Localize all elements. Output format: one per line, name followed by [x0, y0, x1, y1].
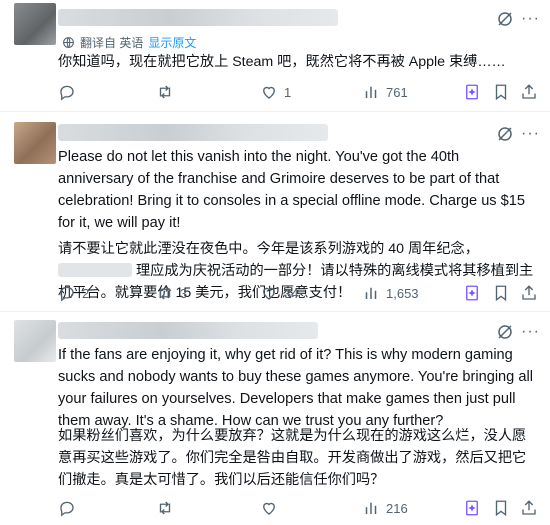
- bookmark-button[interactable]: [492, 81, 510, 103]
- bookmark-icon: [495, 500, 507, 517]
- reply-count: 2: [82, 285, 90, 301]
- avatar[interactable]: [14, 3, 56, 45]
- repost-count: 3: [180, 285, 188, 301]
- post-text-english: If the fans are enjoying it, why get rid…: [58, 347, 533, 429]
- post-text: 你知道吗，现在就把它放上 Steam 吧，既然它将不再被 Apple 束缚……: [58, 54, 506, 70]
- views-icon: [365, 86, 377, 98]
- grok-analyze-icon: [466, 500, 478, 516]
- repost-icon: [159, 85, 171, 99]
- post-actions: 2 3 34 1,653: [58, 282, 538, 304]
- grok-analyze-icon: [466, 285, 478, 301]
- show-original-link[interactable]: 显示原文: [148, 34, 196, 51]
- like-button[interactable]: 1: [260, 81, 291, 103]
- translated-label: 翻译自 英语: [80, 36, 144, 50]
- post-text-english: Please do not let this vanish into the n…: [58, 149, 526, 231]
- reply-icon: [60, 501, 74, 517]
- bookmark-button[interactable]: [492, 497, 510, 519]
- views-icon: [365, 502, 377, 514]
- redacted-name: [58, 263, 132, 277]
- view-count: 761: [386, 84, 408, 100]
- views-button[interactable]: 761: [362, 81, 408, 103]
- grok-analyze-button[interactable]: [463, 497, 481, 519]
- author-name-blurred[interactable]: [58, 9, 338, 26]
- like-count: 1: [284, 84, 292, 100]
- view-count: 216: [386, 500, 408, 516]
- share-icon: [522, 285, 536, 300]
- repost-icon: [159, 286, 171, 300]
- like-icon: [263, 287, 275, 300]
- reply-icon: [60, 85, 74, 101]
- post-2[interactable]: ··· Please do not let this vanish into t…: [0, 112, 550, 311]
- more-icon[interactable]: ···: [521, 126, 540, 142]
- views-button[interactable]: 216: [362, 497, 408, 519]
- like-count: 34: [284, 285, 299, 301]
- reply-button[interactable]: 2: [58, 282, 89, 304]
- post-1[interactable]: ··· 翻译自 英语 显示原文 你知道吗，现在就把它放上 Steam 吧，既然它…: [0, 0, 550, 112]
- bookmark-icon: [495, 84, 507, 101]
- like-button[interactable]: 34: [260, 282, 298, 304]
- like-icon: [263, 502, 275, 515]
- grok-analyze-button[interactable]: [463, 81, 481, 103]
- grok-icon[interactable]: [496, 323, 514, 341]
- views-button[interactable]: 1,653: [362, 282, 419, 304]
- post-actions: 216: [58, 497, 538, 519]
- bookmark-icon: [495, 285, 507, 302]
- share-button[interactable]: [520, 81, 538, 103]
- like-button[interactable]: [260, 497, 284, 519]
- grok-analyze-button[interactable]: [463, 282, 481, 304]
- repost-button[interactable]: 3: [156, 282, 187, 304]
- translation-notice: 翻译自 英语 显示原文: [62, 34, 196, 51]
- reply-button[interactable]: [58, 81, 82, 103]
- author-name-blurred[interactable]: [58, 322, 318, 339]
- more-icon[interactable]: ···: [521, 324, 540, 340]
- more-icon[interactable]: ···: [521, 11, 540, 27]
- reply-button[interactable]: [58, 497, 82, 519]
- bookmark-button[interactable]: [492, 282, 510, 304]
- like-icon: [263, 86, 275, 99]
- author-name-blurred[interactable]: [58, 124, 328, 141]
- post-text-chinese: 如果粉丝们喜欢，为什么要放弃？这就是为什么现在的游戏这么烂，没人愿意再买这些游戏…: [58, 428, 527, 488]
- view-count: 1,653: [386, 285, 419, 301]
- repost-button[interactable]: [156, 497, 180, 519]
- share-button[interactable]: [520, 497, 538, 519]
- avatar[interactable]: [14, 320, 56, 362]
- reply-icon: [60, 286, 74, 302]
- repost-icon: [159, 501, 171, 515]
- grok-icon[interactable]: [496, 125, 514, 143]
- share-icon: [522, 84, 536, 99]
- post-3[interactable]: ··· If the fans are enjoying it, why get…: [0, 312, 550, 525]
- translate-icon: [63, 37, 74, 48]
- share-button[interactable]: [520, 282, 538, 304]
- grok-icon[interactable]: [496, 10, 514, 28]
- grok-analyze-icon: [466, 84, 478, 100]
- views-icon: [365, 287, 377, 299]
- avatar[interactable]: [14, 122, 56, 164]
- share-icon: [522, 500, 536, 515]
- repost-button[interactable]: [156, 81, 180, 103]
- post-actions: 1 761: [58, 81, 538, 103]
